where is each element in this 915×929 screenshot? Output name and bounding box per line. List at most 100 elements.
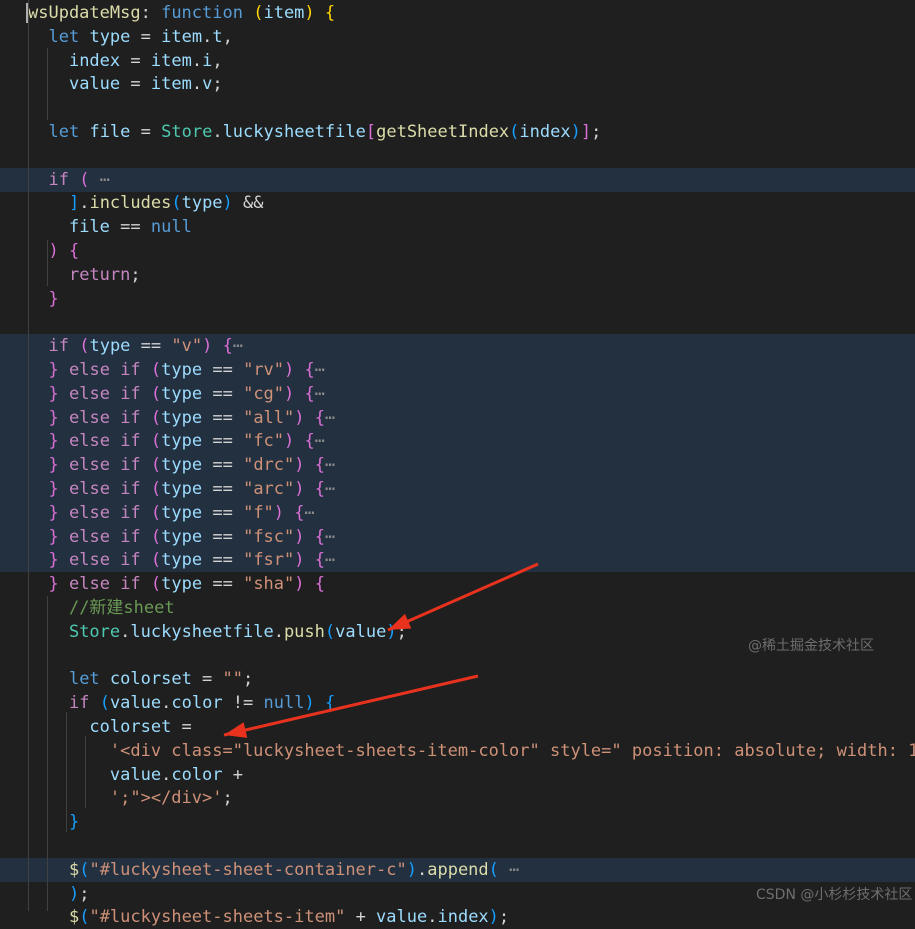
code-line[interactable]: let type = item.t, <box>0 25 915 49</box>
fold-ellipsis[interactable]: ⋯ <box>325 527 335 547</box>
code-token: = <box>130 26 162 47</box>
code-line[interactable]: } else if (type == "rv") {⋯ <box>0 358 915 382</box>
code-token: ( <box>150 455 162 476</box>
code-token: "#luckysheet-sheet-container-c" <box>89 859 407 880</box>
code-line[interactable]: let colorset = ""; <box>0 667 915 691</box>
code-token: ( <box>324 621 336 642</box>
code-line[interactable]: } else if (type == "fc") {⋯ <box>0 429 915 454</box>
code-line[interactable]: ].includes(type) && <box>0 191 915 215</box>
code-token: Store <box>161 122 213 142</box>
code-token: ; <box>396 621 407 642</box>
code-line[interactable]: if (type == "v") {⋯ <box>0 334 915 359</box>
code-token: = <box>120 74 151 95</box>
code-token: if <box>48 169 69 190</box>
code-line[interactable]: } else if (type == "fsr") {⋯ <box>0 548 915 573</box>
code-line[interactable]: value = item.v; <box>0 72 915 96</box>
code-token: ( <box>150 383 162 404</box>
code-token: ( <box>79 336 90 357</box>
code-token: ) <box>48 241 59 261</box>
code-line[interactable]: ';"></div>'; <box>0 786 915 810</box>
code-token: includes <box>89 193 172 214</box>
code-token: value <box>109 764 162 785</box>
code-token: colorset <box>89 717 172 737</box>
code-token: i <box>202 50 213 71</box>
code-line[interactable]: } else if (type == "sha") { <box>0 572 915 596</box>
code-token: } <box>48 479 59 499</box>
code-line[interactable]: //新建sheet <box>0 596 915 620</box>
code-line[interactable] <box>0 310 915 334</box>
code-editor[interactable]: wsUpdateMsg: function (item) { let type … <box>0 0 915 927</box>
code-token: null <box>150 217 192 238</box>
code-line[interactable]: value.color + <box>0 763 915 787</box>
code-line[interactable] <box>0 96 915 120</box>
code-token: luckysheetfile <box>222 122 366 142</box>
code-token: { <box>324 3 336 23</box>
code-line[interactable]: } else if (type == "drc") {⋯ <box>0 453 915 478</box>
fold-ellipsis[interactable]: ⋯ <box>325 550 335 570</box>
code-token: colorset <box>109 669 192 690</box>
code-token: . <box>212 122 223 142</box>
code-line[interactable]: colorset = <box>0 715 915 739</box>
code-line[interactable]: if (value.color != null) { <box>0 691 915 715</box>
fold-ellipsis[interactable]: ⋯ <box>499 860 519 880</box>
code-line[interactable]: $("#luckysheet-sheets-item" + value.inde… <box>0 905 915 929</box>
code-token: else <box>68 550 110 571</box>
code-line[interactable]: '<div class="luckysheet-sheets-item-colo… <box>0 739 915 763</box>
fold-ellipsis[interactable]: ⋯ <box>315 360 325 380</box>
code-token: ( <box>150 574 162 595</box>
code-token: == <box>202 455 244 476</box>
code-token: else <box>68 360 110 380</box>
code-token: { <box>324 693 336 714</box>
code-line[interactable]: let file = Store.luckysheetfile[getSheet… <box>0 120 915 144</box>
code-token: == <box>109 217 151 238</box>
fold-ellipsis[interactable]: ⋯ <box>325 455 335 475</box>
code-token: ) <box>304 3 315 23</box>
code-line[interactable]: ) { <box>0 239 915 263</box>
fold-ellipsis[interactable]: ⋯ <box>325 479 335 499</box>
code-line[interactable]: } else if (type == "cg") {⋯ <box>0 381 915 406</box>
code-line[interactable]: index = item.i, <box>0 49 915 73</box>
code-line[interactable] <box>0 834 915 858</box>
code-line[interactable] <box>0 144 915 168</box>
code-token: ( <box>99 693 110 714</box>
fold-ellipsis[interactable]: ⋯ <box>305 503 315 523</box>
code-token: ) <box>222 193 233 214</box>
code-token: . <box>79 193 90 214</box>
fold-ellipsis[interactable]: ⋯ <box>89 170 110 190</box>
code-token: = <box>171 717 192 737</box>
code-line[interactable]: } else if (type == "arc") {⋯ <box>0 477 915 501</box>
code-line[interactable]: } else if (type == "f") {⋯ <box>0 500 915 525</box>
code-line[interactable]: file == null <box>0 215 915 239</box>
code-line[interactable]: if ( ⋯ <box>0 167 915 192</box>
code-line[interactable]: } <box>0 810 915 834</box>
code-token: type <box>161 479 203 499</box>
code-token: . <box>120 621 131 642</box>
code-line[interactable]: } <box>0 287 915 311</box>
fold-ellipsis[interactable]: ⋯ <box>315 431 325 451</box>
code-token: v <box>202 74 213 95</box>
fold-ellipsis[interactable]: ⋯ <box>315 384 325 404</box>
code-token: { <box>294 502 305 523</box>
fold-ellipsis[interactable]: ⋯ <box>325 408 335 428</box>
code-line[interactable]: wsUpdateMsg: function (item) { <box>0 1 915 25</box>
code-line[interactable]: return; <box>0 263 915 287</box>
code-line[interactable]: } else if (type == "all") {⋯ <box>0 405 915 430</box>
code-token: ) <box>294 455 305 476</box>
code-token: { <box>314 574 326 595</box>
code-line[interactable]: $("#luckysheet-sheet-container-c").appen… <box>0 857 915 882</box>
code-token: ) <box>284 383 295 404</box>
fold-ellipsis[interactable]: ⋯ <box>233 336 243 356</box>
code-token: ) <box>386 621 397 642</box>
code-line[interactable]: } else if (type == "fsc") {⋯ <box>0 524 915 549</box>
